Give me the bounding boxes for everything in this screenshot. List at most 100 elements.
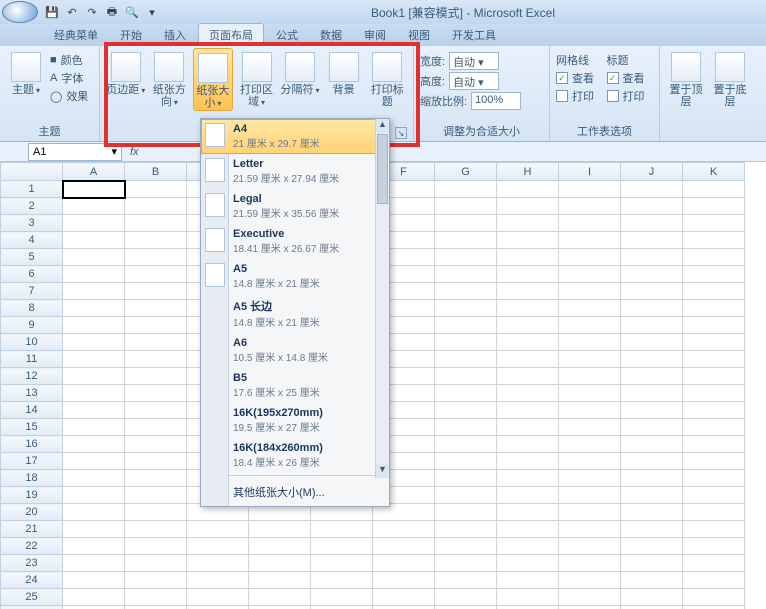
- tab-6[interactable]: 审阅: [354, 24, 396, 46]
- cell-G16[interactable]: [435, 436, 497, 453]
- print-icon[interactable]: 🖶: [104, 4, 120, 20]
- tab-5[interactable]: 数据: [310, 24, 352, 46]
- cell-B11[interactable]: [125, 351, 187, 368]
- cell-H10[interactable]: [497, 334, 559, 351]
- cell-G7[interactable]: [435, 283, 497, 300]
- row-header-26[interactable]: 26: [1, 606, 63, 609]
- cell-H8[interactable]: [497, 300, 559, 317]
- cell-A16[interactable]: [63, 436, 125, 453]
- cell-K15[interactable]: [683, 419, 745, 436]
- cell-G1[interactable]: [435, 181, 497, 198]
- cell-E24[interactable]: [311, 572, 373, 589]
- cell-B3[interactable]: [125, 215, 187, 232]
- cell-H1[interactable]: [497, 181, 559, 198]
- cell-I8[interactable]: [559, 300, 621, 317]
- undo-icon[interactable]: ↶: [64, 4, 80, 20]
- cell-I20[interactable]: [559, 504, 621, 521]
- cell-G2[interactable]: [435, 198, 497, 215]
- cell-J5[interactable]: [621, 249, 683, 266]
- cell-B4[interactable]: [125, 232, 187, 249]
- scroll-down-icon[interactable]: ▼: [376, 464, 389, 478]
- cell-J24[interactable]: [621, 572, 683, 589]
- cell-K18[interactable]: [683, 470, 745, 487]
- cell-A13[interactable]: [63, 385, 125, 402]
- print-titles-button[interactable]: 打印标题: [367, 48, 407, 108]
- bring-front-button[interactable]: 置于顶层: [666, 48, 706, 108]
- cell-G21[interactable]: [435, 521, 497, 538]
- cell-G11[interactable]: [435, 351, 497, 368]
- cell-J10[interactable]: [621, 334, 683, 351]
- preview-icon[interactable]: 🔍: [124, 4, 140, 20]
- cell-B14[interactable]: [125, 402, 187, 419]
- row-header-14[interactable]: 14: [1, 402, 63, 419]
- cell-H6[interactable]: [497, 266, 559, 283]
- cell-H3[interactable]: [497, 215, 559, 232]
- cell-B6[interactable]: [125, 266, 187, 283]
- cell-A12[interactable]: [63, 368, 125, 385]
- cell-J8[interactable]: [621, 300, 683, 317]
- cell-H14[interactable]: [497, 402, 559, 419]
- cell-A25[interactable]: [63, 589, 125, 606]
- cell-K7[interactable]: [683, 283, 745, 300]
- cell-I22[interactable]: [559, 538, 621, 555]
- themes-button[interactable]: 主题: [6, 48, 46, 97]
- cell-G9[interactable]: [435, 317, 497, 334]
- paper-size-option-5[interactable]: A5 长边14.8 厘米 x 21 厘米: [201, 294, 389, 333]
- col-header-K[interactable]: K: [683, 163, 745, 181]
- row-header-19[interactable]: 19: [1, 487, 63, 504]
- cell-H13[interactable]: [497, 385, 559, 402]
- cell-K13[interactable]: [683, 385, 745, 402]
- cell-B25[interactable]: [125, 589, 187, 606]
- cell-H16[interactable]: [497, 436, 559, 453]
- cell-H12[interactable]: [497, 368, 559, 385]
- cell-F25[interactable]: [373, 589, 435, 606]
- cell-G17[interactable]: [435, 453, 497, 470]
- cell-A1[interactable]: [63, 181, 125, 198]
- cell-F21[interactable]: [373, 521, 435, 538]
- namebox-arrow-icon[interactable]: ▾: [111, 145, 117, 158]
- cell-G10[interactable]: [435, 334, 497, 351]
- cell-J11[interactable]: [621, 351, 683, 368]
- print-area-button[interactable]: 打印区域: [237, 48, 277, 109]
- cell-I9[interactable]: [559, 317, 621, 334]
- cell-I26[interactable]: [559, 606, 621, 609]
- cell-J16[interactable]: [621, 436, 683, 453]
- more-paper-sizes[interactable]: 其他纸张大小(M)...: [201, 478, 389, 506]
- cell-A6[interactable]: [63, 266, 125, 283]
- row-header-23[interactable]: 23: [1, 555, 63, 572]
- cell-A8[interactable]: [63, 300, 125, 317]
- office-button[interactable]: [2, 1, 38, 23]
- scale-field[interactable]: 100%: [471, 92, 521, 110]
- cell-F23[interactable]: [373, 555, 435, 572]
- cell-K12[interactable]: [683, 368, 745, 385]
- row-header-16[interactable]: 16: [1, 436, 63, 453]
- cell-I18[interactable]: [559, 470, 621, 487]
- paper-size-option-0[interactable]: A421 厘米 x 29.7 厘米: [201, 119, 389, 154]
- cell-H20[interactable]: [497, 504, 559, 521]
- cell-C21[interactable]: [187, 521, 249, 538]
- cell-E21[interactable]: [311, 521, 373, 538]
- cell-K22[interactable]: [683, 538, 745, 555]
- cell-F24[interactable]: [373, 572, 435, 589]
- cell-H25[interactable]: [497, 589, 559, 606]
- cell-K8[interactable]: [683, 300, 745, 317]
- fonts-button[interactable]: A 字体: [50, 70, 88, 86]
- row-header-18[interactable]: 18: [1, 470, 63, 487]
- cell-E22[interactable]: [311, 538, 373, 555]
- cell-B19[interactable]: [125, 487, 187, 504]
- row-header-11[interactable]: 11: [1, 351, 63, 368]
- page-setup-dialog-launcher[interactable]: ↘: [395, 127, 407, 139]
- cell-G12[interactable]: [435, 368, 497, 385]
- cell-H2[interactable]: [497, 198, 559, 215]
- width-field[interactable]: 自动 ▾: [449, 52, 499, 70]
- cell-G22[interactable]: [435, 538, 497, 555]
- cell-H9[interactable]: [497, 317, 559, 334]
- cell-B5[interactable]: [125, 249, 187, 266]
- row-header-2[interactable]: 2: [1, 198, 63, 215]
- cell-J12[interactable]: [621, 368, 683, 385]
- cell-C22[interactable]: [187, 538, 249, 555]
- cell-A24[interactable]: [63, 572, 125, 589]
- cell-J20[interactable]: [621, 504, 683, 521]
- cell-H11[interactable]: [497, 351, 559, 368]
- cell-J19[interactable]: [621, 487, 683, 504]
